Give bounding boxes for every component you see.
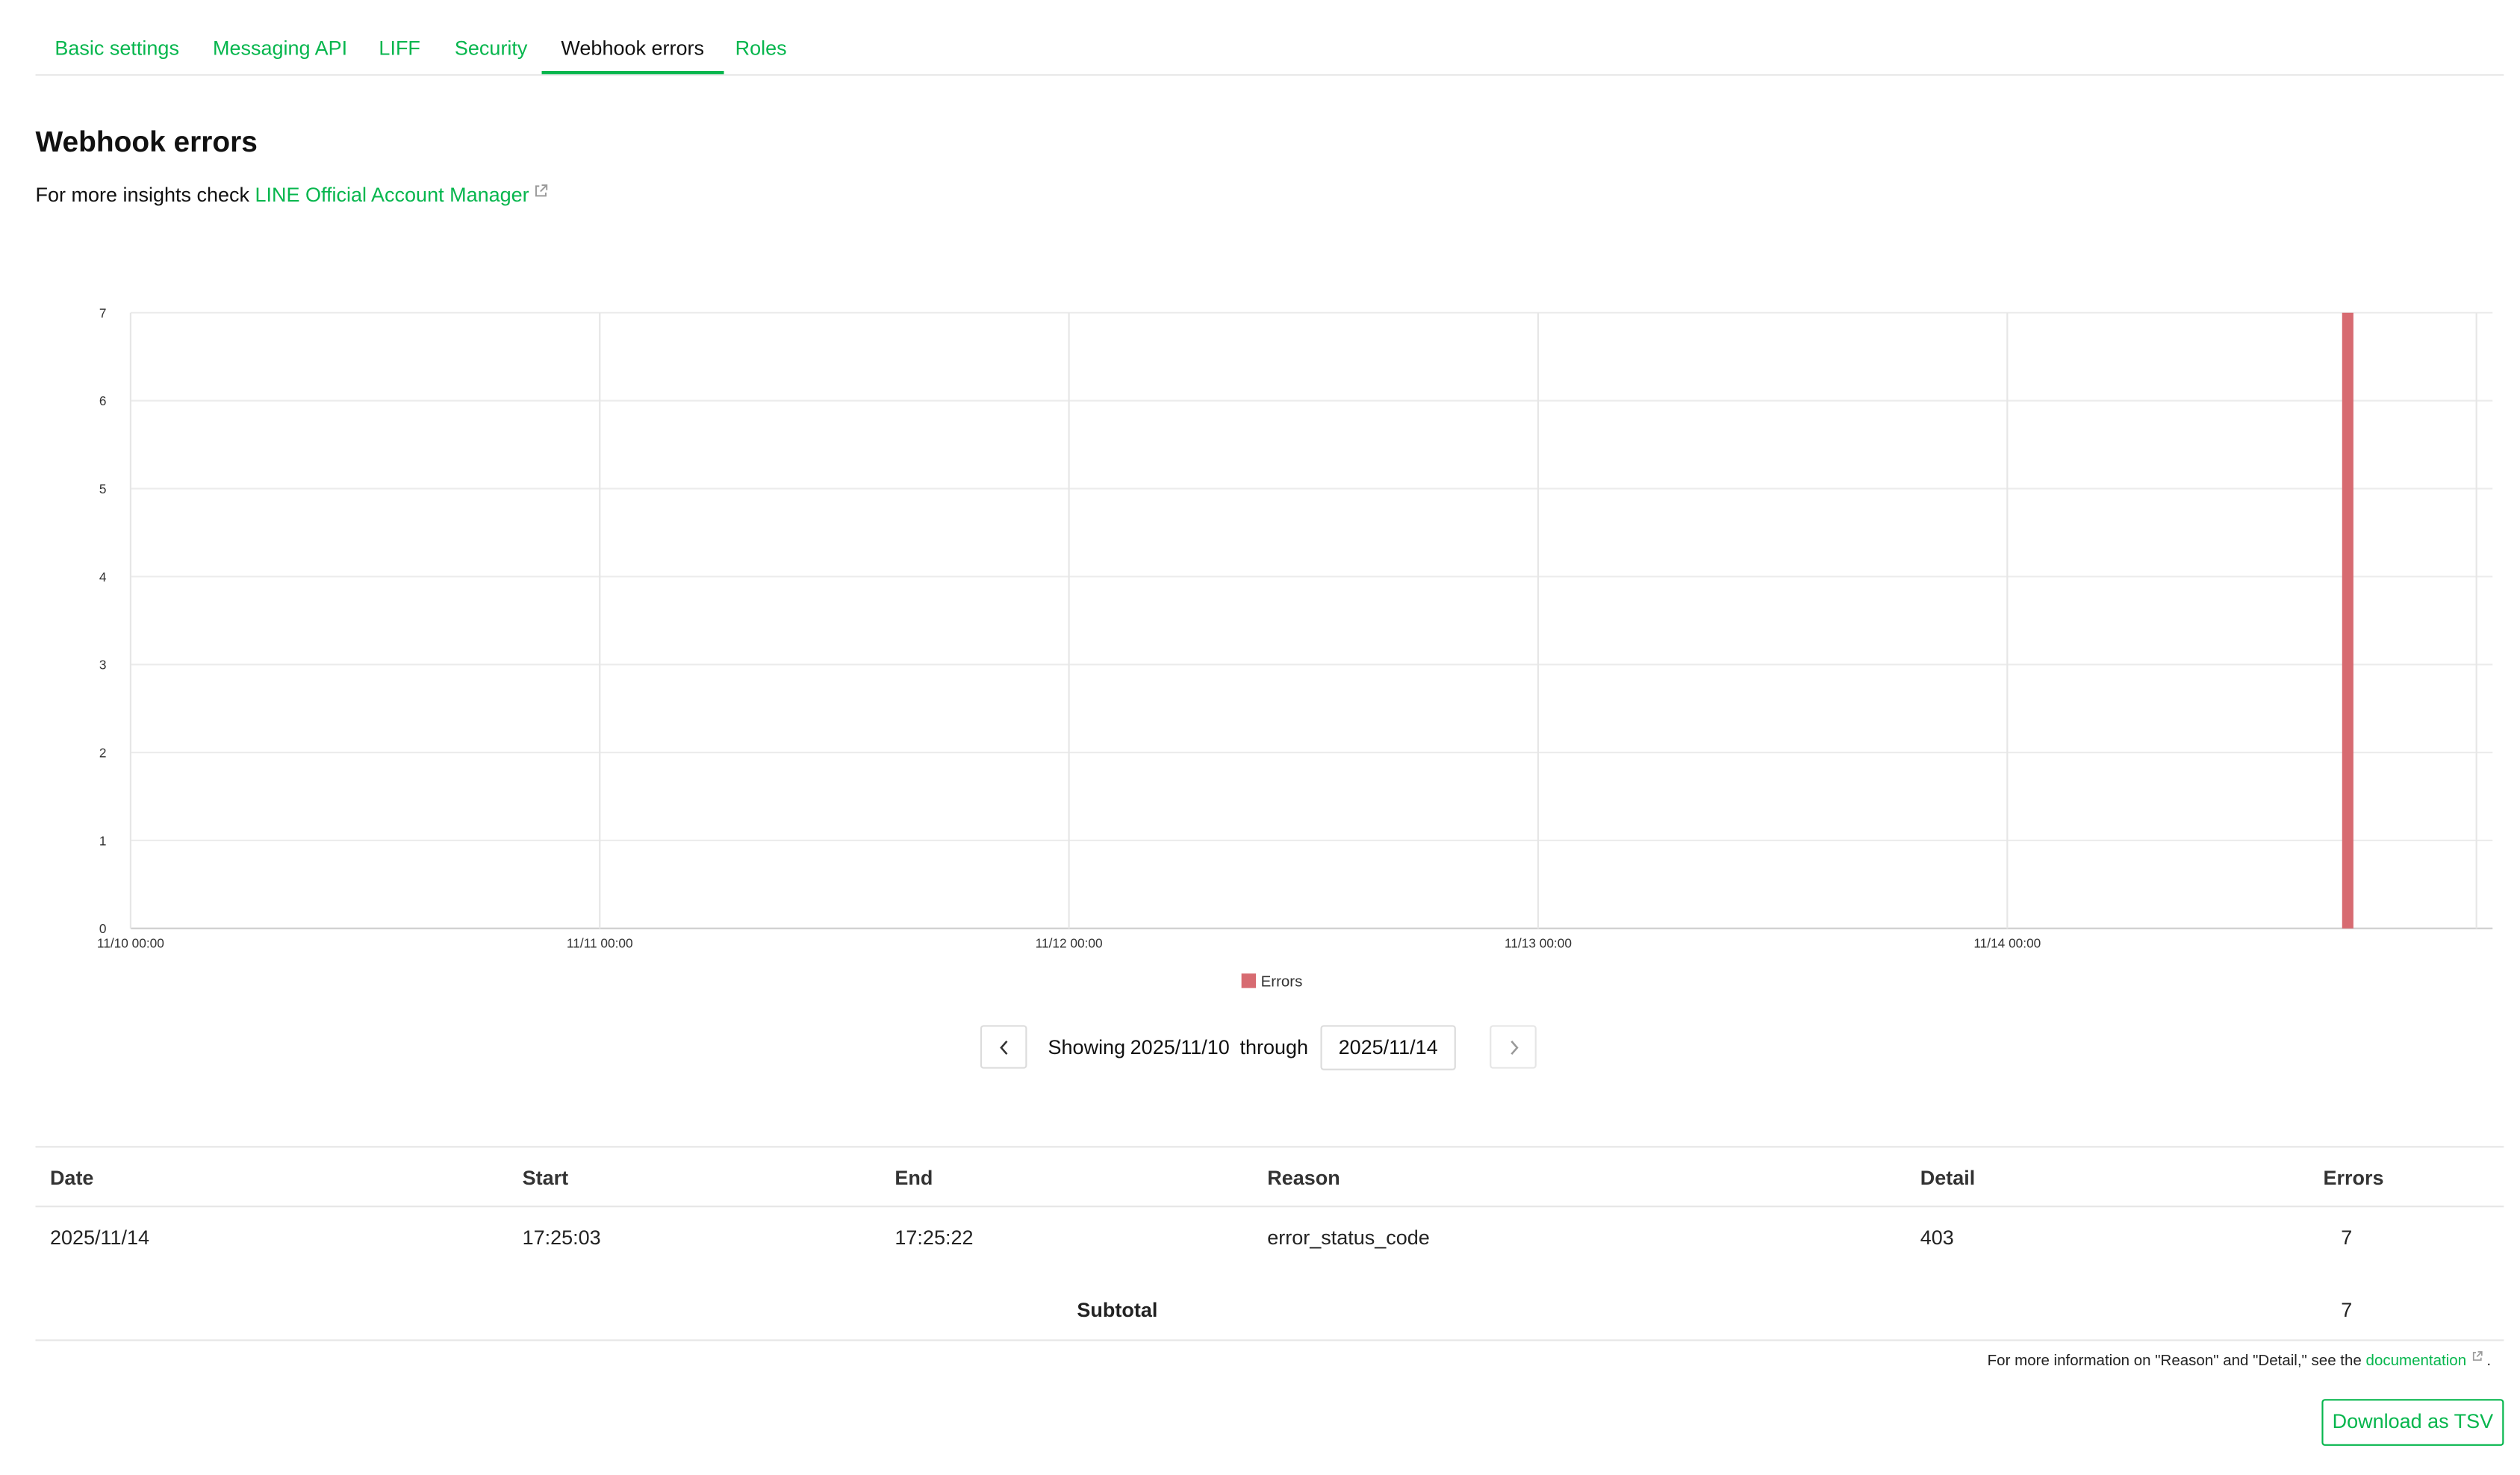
download-tsv-button[interactable]: Download as TSV [2321, 1399, 2504, 1446]
y-tick-label: 1 [99, 833, 107, 848]
legend-swatch-errors [1241, 973, 1257, 988]
col-header-detail: Detail [1920, 1167, 1976, 1190]
cell-end: 17:25:22 [895, 1226, 974, 1250]
y-tick-label: 3 [99, 658, 107, 673]
tab-basic-settings[interactable]: Basic settings [36, 0, 199, 74]
subtotal-value: 7 [2341, 1299, 2353, 1322]
page-title: Webhook errors [35, 125, 258, 158]
y-tick-label: 4 [99, 570, 107, 584]
footnote-text: For more information on "Reason" and "De… [1987, 1352, 2362, 1370]
external-link-icon [534, 181, 548, 203]
x-tick-label: 11/13 00:00 [1505, 936, 1572, 951]
cell-start: 17:25:03 [522, 1226, 601, 1250]
next-period-button[interactable] [1490, 1025, 1537, 1069]
line-oa-manager-link-label: LINE Official Account Manager [255, 184, 529, 207]
x-tick-label: 11/12 00:00 [1036, 936, 1103, 951]
table-top-divider [35, 1146, 2504, 1148]
y-tick-label: 5 [99, 481, 107, 496]
legend-label-errors: Errors [1261, 973, 1303, 990]
documentation-link[interactable]: documentation [2365, 1351, 2483, 1370]
tab-roles[interactable]: Roles [716, 0, 806, 74]
y-tick-label: 6 [99, 393, 107, 408]
insight-prefix: For more insights check [35, 184, 250, 207]
page-root: Basic settings Messaging API LIFF Securi… [0, 0, 2520, 1468]
webhook-errors-chart: 0 1 2 3 4 5 6 7 11/10 00:00 11/11 00:00 11/12 00:… [97, 305, 2493, 990]
chevron-right-icon [1511, 1041, 1519, 1055]
external-link-icon [2471, 1349, 2483, 1367]
tab-bar: Basic settings Messaging API LIFF Securi… [35, 0, 2504, 76]
cell-date: 2025/11/14 [49, 1226, 150, 1250]
cell-errors: 7 [2341, 1226, 2353, 1250]
footnote: For more information on "Reason" and "De… [1987, 1351, 2492, 1370]
x-tick-label: 11/10 00:00 [97, 936, 164, 951]
end-date-input[interactable] [1320, 1025, 1456, 1070]
x-tick-label: 11/14 00:00 [1973, 936, 2041, 951]
tab-liff[interactable]: LIFF [360, 0, 440, 74]
start-date-value: 2025/11/10 [1130, 1036, 1230, 1059]
subtotal-label: Subtotal [1077, 1299, 1158, 1322]
chevron-left-icon [1000, 1041, 1008, 1055]
cell-reason: error_status_code [1267, 1226, 1430, 1250]
tab-security[interactable]: Security [435, 0, 547, 74]
x-tick-label: 11/11 00:00 [567, 936, 633, 951]
y-tick-label: 0 [99, 921, 107, 936]
col-header-reason: Reason [1267, 1167, 1340, 1190]
col-header-date: Date [49, 1167, 94, 1190]
insight-line: For more insights check LINE Official Ac… [36, 184, 549, 206]
documentation-link-label: documentation [2365, 1352, 2467, 1370]
line-oa-manager-link[interactable]: LINE Official Account Manager [255, 184, 549, 206]
bar-errors [2342, 312, 2353, 929]
col-header-errors: Errors [2323, 1167, 2384, 1190]
table-bottom-divider [35, 1339, 2504, 1341]
table-header-divider [35, 1206, 2504, 1208]
cell-detail: 403 [1920, 1226, 1954, 1250]
y-tick-label: 2 [99, 746, 107, 761]
y-tick-label: 7 [99, 305, 107, 320]
col-header-end: End [895, 1167, 933, 1190]
through-label: through [1239, 1036, 1309, 1059]
prev-period-button[interactable] [980, 1025, 1027, 1069]
col-header-start: Start [522, 1167, 569, 1190]
showing-label: Showing [1048, 1036, 1126, 1059]
tab-webhook-errors[interactable]: Webhook errors [541, 0, 724, 75]
tab-messaging-api[interactable]: Messaging API [193, 0, 367, 74]
footnote-end: . [2486, 1352, 2492, 1370]
